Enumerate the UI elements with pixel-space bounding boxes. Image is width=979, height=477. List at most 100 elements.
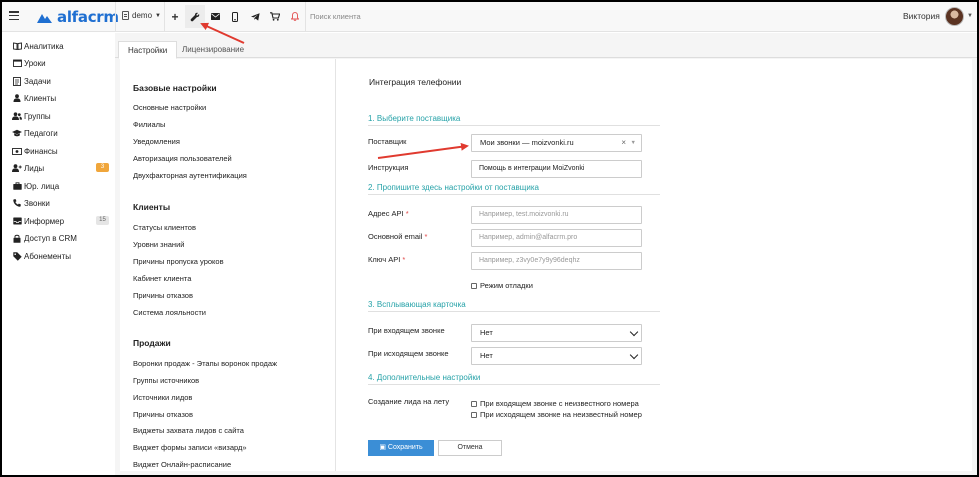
debug-mode-checkbox[interactable]: Режим отладки [471, 281, 533, 290]
mail-button[interactable] [205, 5, 225, 28]
sidebar-item-label: Юр. лица [24, 181, 60, 191]
email-input[interactable]: Например, admin@alfacrm.pro [471, 229, 642, 247]
sidebar-item-label: Информер [24, 216, 65, 226]
menu-icon[interactable] [9, 11, 19, 21]
notifications-button[interactable] [285, 5, 305, 28]
sidebar: Аналитика Уроки Задачи Клиенты Группы Пе… [2, 33, 115, 475]
tab-bar: Настройки Лицензирование [115, 38, 977, 59]
briefcase-icon [12, 182, 22, 191]
mobile-button[interactable] [225, 5, 245, 28]
caret-down-icon[interactable]: ▼ [967, 13, 973, 19]
nav-link-notifications[interactable]: Уведомления [133, 137, 180, 146]
sidebar-item-label: Финансы [24, 146, 58, 156]
book-icon [12, 42, 22, 51]
telegram-button[interactable] [245, 5, 265, 28]
nav-link-sales-funnels[interactable]: Воронки продаж - Этапы воронок продаж [133, 359, 277, 368]
sidebar-item-calls[interactable]: Звонки [12, 196, 110, 210]
incoming-unknown-checkbox[interactable]: При входящем звонке с неизвестного номер… [471, 399, 639, 408]
nav-link-lead-capture-widgets[interactable]: Виджеты захвата лидов с сайта [133, 426, 244, 435]
sidebar-item-finance[interactable]: Финансы [12, 144, 110, 158]
phone-icon [232, 11, 238, 22]
tab-licensing[interactable]: Лицензирование [173, 41, 253, 59]
nav-link-wizard-widget[interactable]: Виджет формы записи «визард» [133, 443, 247, 452]
users-icon [12, 112, 22, 121]
app-window: alfacrm demo ▼ + Поиск клиента Виктория … [0, 0, 979, 477]
add-button[interactable]: + [165, 5, 185, 28]
clear-icon[interactable]: × [621, 135, 626, 151]
cancel-button[interactable]: Отмена [438, 440, 502, 456]
lock-icon [12, 234, 22, 243]
provider-select[interactable]: Мои звонки — moizvonki.ru × ▼ [471, 134, 642, 152]
tasks-icon [12, 76, 22, 86]
incoming-call-value: Нет [480, 328, 493, 337]
bell-icon [291, 12, 299, 21]
settings-button[interactable] [185, 5, 205, 28]
nav-link-client-cabinet[interactable]: Кабинет клиента [133, 274, 191, 283]
save-button[interactable]: ▣ Сохранить [368, 440, 434, 456]
nav-link-sales-rejection-reasons[interactable]: Причины отказов [133, 410, 193, 419]
sidebar-item-clients[interactable]: Клиенты [12, 91, 110, 105]
api-address-input[interactable]: Например, test.moizvonki.ru [471, 206, 642, 224]
nav-link-loyalty[interactable]: Система лояльности [133, 308, 206, 317]
sidebar-item-legal-entities[interactable]: Юр. лица [12, 179, 110, 193]
sidebar-item-informer[interactable]: Информер 15 [12, 214, 110, 228]
avatar[interactable] [945, 7, 964, 26]
section-heading-extra: 4. Дополнительные настройки [368, 373, 660, 385]
nav-link-general[interactable]: Основные настройки [133, 103, 206, 112]
sidebar-item-tasks[interactable]: Задачи [12, 74, 110, 88]
calendar-icon [12, 59, 22, 68]
outgoing-unknown-label: При исходящем звонке на неизвестный номе… [480, 410, 642, 419]
tab-settings[interactable]: Настройки [118, 41, 178, 59]
provider-label: Поставщик [368, 137, 407, 146]
sidebar-item-crm-access[interactable]: Доступ в CRM [12, 231, 110, 245]
nav-link-lead-sources[interactable]: Источники лидов [133, 393, 192, 402]
outgoing-call-select[interactable]: Нет [471, 347, 642, 365]
user-name[interactable]: Виктория [903, 11, 940, 21]
instruction-link[interactable]: Помощь в интеграции MoiZvonki [471, 160, 642, 178]
nav-link-client-statuses[interactable]: Статусы клиентов [133, 223, 196, 232]
checkbox[interactable] [471, 282, 477, 289]
sidebar-item-label: Клиенты [24, 93, 57, 103]
sidebar-item-analytics[interactable]: Аналитика [12, 39, 110, 53]
api-key-input[interactable]: Например, z3vy0e7y9y96deqhz [471, 252, 642, 270]
sidebar-item-leads[interactable]: Лиды 3 [12, 161, 110, 175]
client-search-input[interactable]: Поиск клиента [310, 12, 361, 21]
settings-panel: Базовые настройки Основные настройки Фил… [120, 59, 972, 471]
branch-select[interactable]: demo ▼ [122, 11, 161, 20]
wrench-icon [190, 12, 200, 21]
checkbox[interactable] [471, 400, 477, 407]
tag-icon [12, 251, 22, 261]
instruction-label: Инструкция [368, 163, 409, 172]
telegram-icon [250, 12, 260, 21]
plus-icon: + [171, 9, 179, 24]
nav-link-user-auth[interactable]: Авторизация пользователей [133, 154, 232, 163]
chevron-down-icon [629, 350, 639, 360]
nav-link-knowledge-levels[interactable]: Уровни знаний [133, 240, 184, 249]
sidebar-item-label: Задачи [24, 76, 51, 86]
nav-link-schedule-widget[interactable]: Виджет Онлайн-расписание [133, 460, 231, 469]
sidebar-item-label: Лиды [24, 163, 45, 173]
nav-link-source-groups[interactable]: Группы источников [133, 376, 199, 385]
nav-link-rejection-reasons[interactable]: Причины отказов [133, 291, 193, 300]
logo-text: alfacrm [57, 8, 119, 26]
checkbox[interactable] [471, 411, 477, 418]
sidebar-item-lessons[interactable]: Уроки [12, 56, 110, 70]
telephony-form: Интеграция телефонии 1. Выберите поставщ… [337, 59, 972, 471]
phone-icon [12, 199, 22, 208]
incoming-call-select[interactable]: Нет [471, 324, 642, 342]
nav-link-absence-reasons[interactable]: Причины пропуска уроков [133, 257, 224, 266]
outgoing-unknown-checkbox[interactable]: При исходящем звонке на неизвестный номе… [471, 410, 642, 419]
document-icon [122, 11, 129, 20]
sidebar-item-teachers[interactable]: Педагоги [12, 126, 110, 140]
sidebar-item-subscriptions[interactable]: Абонементы [12, 249, 110, 263]
sidebar-item-groups[interactable]: Группы [12, 109, 110, 123]
divider [115, 2, 116, 31]
incoming-unknown-label: При входящем звонке с неизвестного номер… [480, 399, 639, 408]
logo[interactable]: alfacrm [36, 8, 119, 26]
cart-button[interactable] [265, 5, 285, 28]
nav-link-branches[interactable]: Филиалы [133, 120, 165, 129]
main-content: Настройки Лицензирование Базовые настрой… [115, 33, 977, 475]
graduation-cap-icon [12, 129, 22, 138]
nav-link-2fa[interactable]: Двухфакторная аутентификация [133, 171, 247, 180]
user-plus-icon [12, 164, 22, 173]
